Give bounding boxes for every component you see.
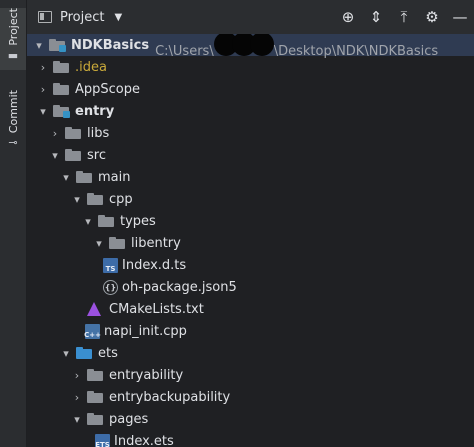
chevron-right-icon[interactable]: › [35,61,51,74]
tree-item-entrybackupability[interactable]: › entrybackupability [27,386,474,408]
tree-item-index-d-ts[interactable]: TS Index.d.ts [27,254,474,276]
tree-item-pages[interactable]: ▾ pages [27,408,474,430]
toolbar-actions: ⊕ ⇕ ⤒ ⚙ — [334,0,474,34]
tree-item-types[interactable]: ▾ types [27,210,474,232]
tree-item-label: libs [87,125,110,141]
cmake-file-icon [87,302,101,316]
chevron-right-icon[interactable]: › [35,83,51,96]
tree-item-idea[interactable]: › .idea [27,56,474,78]
tree-item-napi-init-cpp[interactable]: C++ napi_init.cpp [27,320,474,342]
tree-item-libentry[interactable]: ▾ libentry [27,232,474,254]
project-view-icon [38,11,52,23]
project-tab-label: Project [6,8,20,46]
module-folder-icon [49,39,66,52]
tree-item-oh-package-json5[interactable]: {} oh-package.json5 [27,276,474,298]
expand-all-icon[interactable]: ⇕ [362,5,390,29]
chevron-right-icon[interactable]: › [69,369,85,382]
folder-icon [87,193,103,205]
tree-item-ndkbasics[interactable]: ▾ NDKBasics C:\Users\ \Desktop\NDK\NDKBas… [27,34,474,59]
tree-item-label: AppScope [75,81,140,97]
tree-item-label: cpp [109,191,133,207]
tree-item-label: pages [109,411,149,427]
tree-item-label: ets [98,345,118,361]
tree-item-label: entry [75,103,115,119]
chevron-down-icon[interactable]: ▾ [80,215,96,228]
folder-icon [87,369,103,381]
tree-item-label: src [87,147,106,163]
tree-item-libs[interactable]: › libs [27,122,474,144]
tree-item-ets[interactable]: ▾ ets [27,342,474,364]
ets-file-icon: ETS [95,433,110,447]
chevron-down-icon[interactable]: ▾ [69,413,85,426]
tree-item-entry[interactable]: ▾ entry [27,100,474,122]
chevron-down-icon[interactable]: ▾ [35,105,51,118]
tree-item-cmakelists[interactable]: CMakeLists.txt [27,298,474,320]
tool-window-strip: Project ▬ Commit ⊸ [0,0,27,447]
hide-icon[interactable]: — [446,5,474,29]
commit-tool-tab[interactable]: Commit ⊸ [0,90,26,152]
chevron-down-icon[interactable]: ▾ [58,171,74,184]
tree-item-src[interactable]: ▾ src [27,144,474,166]
chevron-down-icon[interactable]: ▾ [91,237,107,250]
toolbar-title: Project [60,9,105,25]
tree-item-label: Index.d.ts [122,257,187,273]
typescript-file-icon: TS [103,257,118,273]
chevron-down-icon[interactable]: ▾ [31,39,47,52]
project-toolbar: Project ▼ ⊕ ⇕ ⤒ ⚙ — [27,0,474,35]
commit-icon: ⊸ [8,136,18,150]
tree-item-label: types [120,213,156,229]
collapse-all-icon[interactable]: ⤒ [390,5,418,29]
tree-item-label: main [98,169,131,185]
tree-item-label: oh-package.json5 [122,279,237,295]
chevron-right-icon[interactable]: › [69,391,85,404]
folder-icon [65,127,81,139]
tree-item-label: napi_init.cpp [104,323,187,339]
view-selector-chevron-down-icon[interactable]: ▼ [114,12,122,23]
chevron-right-icon[interactable]: › [47,127,63,140]
folder-icon [87,391,103,403]
folder-icon [53,83,69,95]
tree-item-label: CMakeLists.txt [109,301,204,317]
chevron-down-icon[interactable]: ▾ [58,347,74,360]
tree-item-appscope[interactable]: › AppScope [27,78,474,100]
cpp-file-icon: C++ [84,323,101,339]
module-folder-icon [53,105,70,118]
tree-item-label: entrybackupability [109,389,231,405]
tree-item-label: libentry [131,235,181,251]
redaction-mark [249,34,274,56]
source-folder-icon [76,347,92,359]
tree-item-entryability[interactable]: › entryability [27,364,474,386]
target-icon[interactable]: ⊕ [334,5,362,29]
tree-item-index-ets[interactable]: ETS Index.ets [27,430,474,447]
tree-item-label: Index.ets [114,433,174,447]
tree-item-cpp[interactable]: ▾ cpp [27,188,474,210]
project-tool-tab[interactable]: Project ▬ [0,8,26,70]
gear-icon[interactable]: ⚙ [418,5,446,29]
folder-icon [76,171,92,183]
chevron-down-icon[interactable]: ▾ [69,193,85,206]
tree-item-main[interactable]: ▾ main [27,166,474,188]
folder-icon: ▬ [7,48,19,62]
json-file-icon: {} [103,279,118,295]
commit-tab-label: Commit [6,90,20,134]
folder-icon [65,149,81,161]
tree-item-label: entryability [109,367,184,383]
folder-icon [87,413,103,425]
tree-item-label: .idea [75,59,107,75]
project-tree[interactable]: ▾ NDKBasics C:\Users\ \Desktop\NDK\NDKBas… [27,34,474,447]
folder-icon [53,61,69,73]
chevron-down-icon[interactable]: ▾ [47,149,63,162]
tree-item-label: NDKBasics [71,37,150,53]
folder-icon [109,237,125,249]
folder-icon [98,215,114,227]
